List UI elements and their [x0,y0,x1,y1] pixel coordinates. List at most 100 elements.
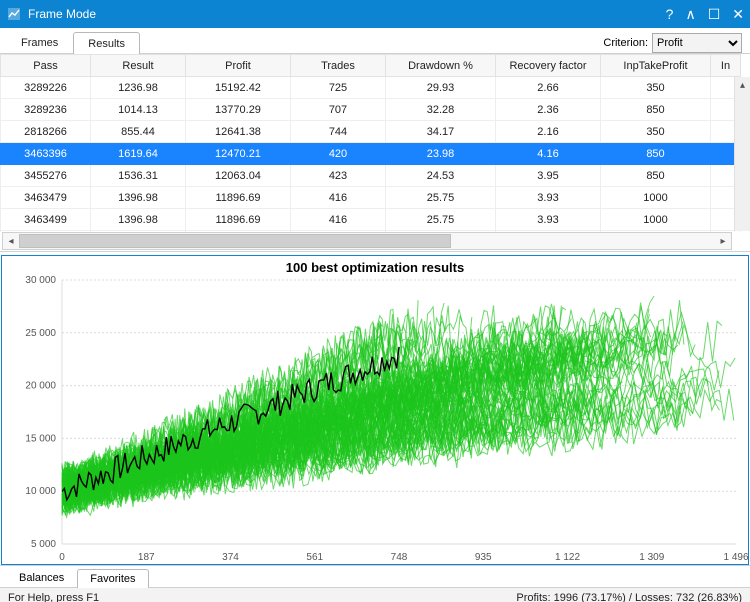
table-cell: 850 [601,165,711,187]
table-cell: 25.75 [386,187,496,209]
table-cell: 23.98 [386,143,496,165]
table-vscroll[interactable]: ▴ [734,77,750,231]
table-cell: 1000 [601,187,711,209]
svg-text:1 496: 1 496 [723,552,748,563]
chart-panel: 100 best optimization results 5 00010 00… [1,255,749,565]
table-cell: 1236.98 [91,77,186,99]
table-cell: 25.75 [386,209,496,231]
criterion-select[interactable]: Profit [652,33,742,53]
svg-text:1 309: 1 309 [639,552,664,563]
table-cell: 4.16 [496,143,601,165]
table-cell: 11896.69 [186,209,291,231]
svg-text:10 000: 10 000 [25,486,56,497]
table-cell: 2818266 [1,121,91,143]
table-row[interactable]: 34634791396.9811896.6941625.753.931000 [1,187,741,209]
svg-text:20 000: 20 000 [25,381,56,392]
col-header[interactable]: Result [91,55,186,77]
tab-balances[interactable]: Balances [6,568,77,587]
scroll-up-icon[interactable]: ▴ [735,77,750,93]
status-right: Profits: 1996 (73.17%) / Losses: 732 (26… [516,592,742,602]
table-row[interactable]: 34633961619.6412470.2142023.984.16850 [1,143,741,165]
col-header[interactable]: Trades [291,55,386,77]
table-cell: 850 [601,143,711,165]
table-cell: 13770.29 [186,99,291,121]
close-icon[interactable]: ✕ [732,6,744,23]
table-cell: 423 [291,165,386,187]
table-cell: 32.28 [386,99,496,121]
window-title: Frame Mode [28,7,666,21]
table-cell: 15192.42 [186,77,291,99]
bottom-tabbar: Balances Favorites [0,565,750,587]
svg-text:561: 561 [306,552,323,563]
table-cell: 725 [291,77,386,99]
svg-text:748: 748 [391,552,408,563]
table-cell: 3455276 [1,165,91,187]
table-row[interactable]: 34552761536.3112063.0442324.533.95850 [1,165,741,187]
svg-text:1 122: 1 122 [555,552,580,563]
results-table[interactable]: PassResultProfitTradesDrawdown %Recovery… [0,54,741,232]
results-table-wrap: PassResultProfitTradesDrawdown %Recovery… [0,54,750,252]
help-icon[interactable]: ? [666,6,674,23]
table-row[interactable]: 2818266855.4412641.3874434.172.16350 [1,121,741,143]
table-cell: 1396.98 [91,209,186,231]
table-cell: 11896.69 [186,187,291,209]
tab-favorites[interactable]: Favorites [77,569,148,588]
table-hscroll[interactable]: ◂ ▸ [2,232,732,250]
table-cell: 2.16 [496,121,601,143]
table-cell: 3.93 [496,187,601,209]
criterion-label: Criterion: [603,37,648,49]
table-cell: 744 [291,121,386,143]
table-cell: 350 [601,77,711,99]
svg-text:5 000: 5 000 [31,539,56,550]
table-cell: 3463479 [1,187,91,209]
scroll-left-icon[interactable]: ◂ [3,233,19,249]
table-cell: 3.95 [496,165,601,187]
col-header[interactable]: Profit [186,55,291,77]
table-row[interactable]: 32892361014.1313770.2970732.282.36850 [1,99,741,121]
col-header[interactable]: Drawdown % [386,55,496,77]
hscroll-track[interactable] [19,234,715,248]
svg-text:15 000: 15 000 [25,433,56,444]
table-cell: 2.66 [496,77,601,99]
table-cell: 3463499 [1,209,91,231]
scroll-right-icon[interactable]: ▸ [715,233,731,249]
svg-text:935: 935 [475,552,492,563]
tab-results[interactable]: Results [73,32,140,54]
table-row[interactable]: 32892261236.9815192.4272529.932.66350 [1,77,741,99]
table-cell: 1000 [601,209,711,231]
table-cell: 1536.31 [91,165,186,187]
table-cell: 707 [291,99,386,121]
table-cell: 12063.04 [186,165,291,187]
table-cell: 12470.21 [186,143,291,165]
criterion-control: Criterion: Profit [603,33,750,53]
svg-text:30 000: 30 000 [25,275,56,286]
chart-canvas: 5 00010 00015 00020 00025 00030 00001873… [2,256,750,566]
col-header[interactable]: InpTakeProfit [601,55,711,77]
svg-text:25 000: 25 000 [25,328,56,339]
col-header[interactable]: Recovery factor [496,55,601,77]
table-cell: 416 [291,187,386,209]
tab-frames[interactable]: Frames [6,31,73,53]
table-cell: 1619.64 [91,143,186,165]
table-cell: 855.44 [91,121,186,143]
hscroll-thumb[interactable] [19,234,451,248]
table-cell: 24.53 [386,165,496,187]
table-cell: 3289226 [1,77,91,99]
table-cell: 3289236 [1,99,91,121]
col-header[interactable]: In [711,55,741,77]
table-cell: 2.36 [496,99,601,121]
svg-text:0: 0 [59,552,65,563]
table-cell: 850 [601,99,711,121]
titlebar: Frame Mode ? ∧ ☐ ✕ [0,0,750,28]
table-cell: 350 [601,121,711,143]
svg-text:187: 187 [138,552,155,563]
table-cell: 416 [291,209,386,231]
table-cell: 1396.98 [91,187,186,209]
status-help: For Help, press F1 [8,592,516,602]
maximize-icon[interactable]: ☐ [708,6,721,23]
expand-icon[interactable]: ∧ [685,6,695,23]
table-row[interactable]: 34634991396.9811896.6941625.753.931000 [1,209,741,231]
col-header[interactable]: Pass [1,55,91,77]
top-tabbar: Frames Results Criterion: Profit [0,28,750,54]
table-cell: 34.17 [386,121,496,143]
